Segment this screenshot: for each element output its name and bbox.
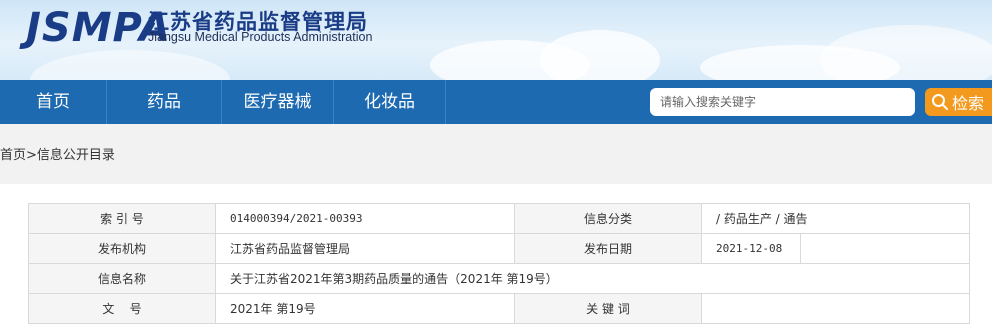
table-row: 信息名称 关于江苏省2021年第3期药品质量的通告（2021年 第19号） [28,263,970,294]
publisher-value: 江苏省药品监督管理局 [215,233,515,264]
document-number-label: 文 号 [28,293,216,324]
header-banner: JSMPA 江苏省药品监督管理局 Jiangsu Medical Product… [0,0,992,80]
info-title-value: 关于江苏省2021年第3期药品质量的通告（2021年 第19号） [215,263,970,294]
category-label: 信息分类 [514,203,702,234]
publisher-label: 发布机构 [28,233,216,264]
publish-date-value: 2021-12-08 [701,233,801,264]
index-number-label: 索 引 号 [28,203,216,234]
search-icon [932,94,948,110]
nav-item-medical-devices[interactable]: 医疗器械 [222,80,334,124]
breadcrumb-area: 首页>信息公开目录 [0,124,992,184]
search-button-label: 检索 [952,94,985,113]
search-button[interactable]: 检索 [925,88,992,116]
nav-item-home[interactable]: 首页 [0,80,107,124]
nav-item-cosmetics[interactable]: 化妆品 [334,80,446,124]
empty-cell [800,233,970,264]
table-row: 文 号 2021年 第19号 关 键 词 [28,293,970,324]
breadcrumb-current-link[interactable]: 信息公开目录 [37,148,115,163]
index-number-value: 014000394/2021-00393 [215,203,515,234]
banner-cloud [820,25,992,80]
breadcrumb-home-link[interactable]: 首页 [0,148,26,163]
banner-cloud [30,50,230,80]
info-title-label: 信息名称 [28,263,216,294]
keywords-value [701,293,970,324]
org-name-en: Jiangsu Medical Products Administration [148,30,373,44]
category-value: / 药品生产 / 通告 [701,203,970,234]
breadcrumb: 首页>信息公开目录 [0,144,115,163]
publish-date-label: 发布日期 [514,233,702,264]
keywords-label: 关 键 词 [514,293,702,324]
search-input[interactable] [650,88,915,116]
info-table: 索 引 号 014000394/2021-00393 信息分类 / 药品生产 /… [28,203,970,324]
table-row: 发布机构 江苏省药品监督管理局 发布日期 2021-12-08 [28,233,970,264]
table-row: 索 引 号 014000394/2021-00393 信息分类 / 药品生产 /… [28,203,970,234]
document-number-value: 2021年 第19号 [215,293,515,324]
nav-item-drugs[interactable]: 药品 [107,80,222,124]
banner-cloud [540,30,660,80]
breadcrumb-separator: > [26,148,37,163]
